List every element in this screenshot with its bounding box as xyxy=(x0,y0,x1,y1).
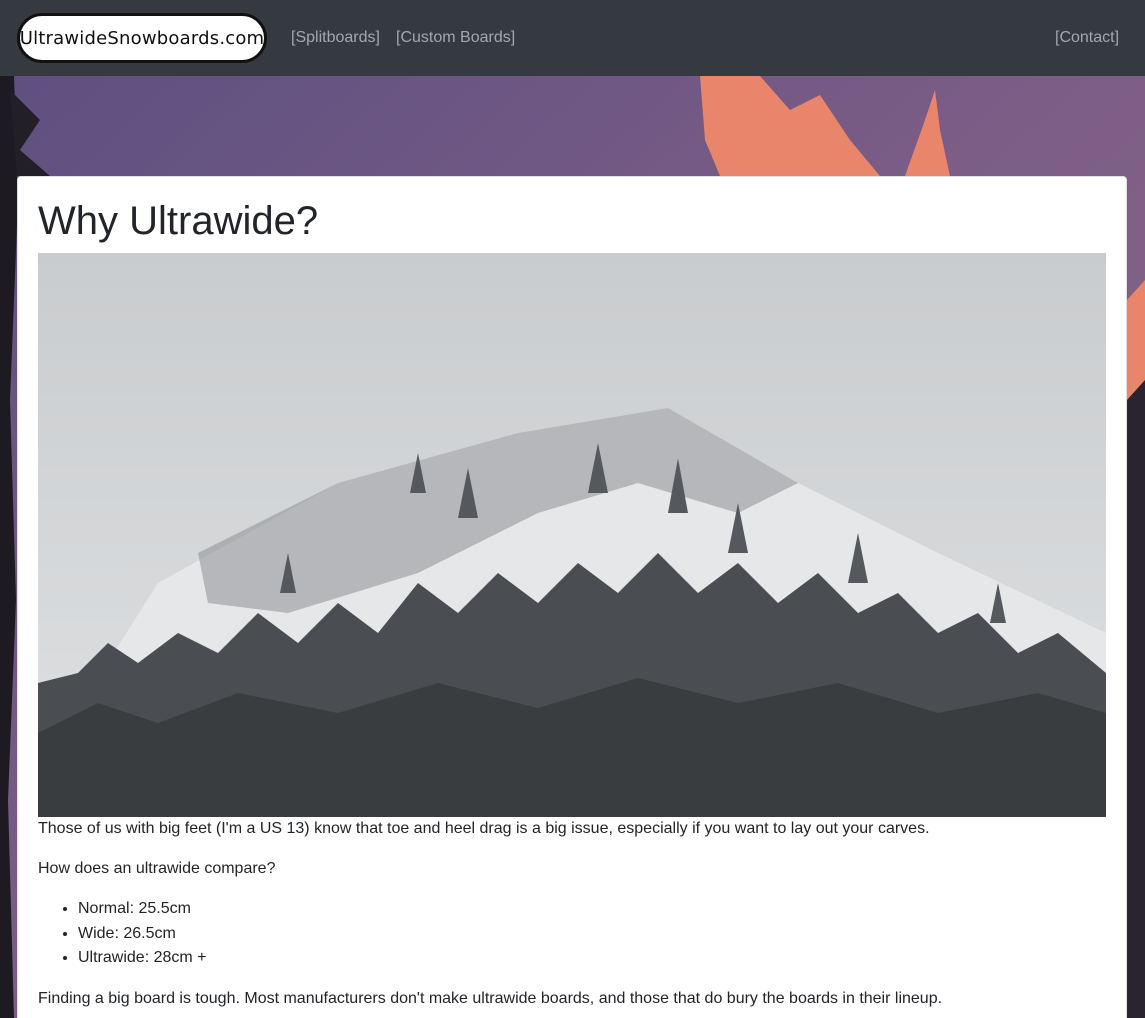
spec-item-normal: Normal: 25.5cm xyxy=(78,897,1106,922)
page-title: Why Ultrawide? xyxy=(38,199,319,243)
spec-item-wide: Wide: 26.5cm xyxy=(78,922,1106,947)
top-navbar: UltrawideSnowboards.com [Splitboards] [C… xyxy=(0,0,1145,76)
nav-splitboards-link[interactable]: [Splitboards] xyxy=(291,28,380,48)
spec-item-ultrawide: Ultrawide: 28cm + xyxy=(78,946,1106,971)
article-card: Why Ultrawide? Those of us with big feet… xyxy=(17,176,1127,1018)
nav-contact-link[interactable]: [Contact] xyxy=(1055,28,1119,48)
brand-logo-link[interactable]: UltrawideSnowboards.com xyxy=(17,13,267,63)
mountain-hero-image xyxy=(38,253,1106,817)
width-spec-list: Normal: 25.5cm Wide: 26.5cm Ultrawide: 2… xyxy=(78,897,1106,971)
nav-custom-boards-link[interactable]: [Custom Boards] xyxy=(396,28,515,48)
closing-paragraph: Finding a big board is tough. Most manuf… xyxy=(38,989,943,1007)
compare-question: How does an ultrawide compare? xyxy=(38,860,276,877)
intro-paragraph: Those of us with big feet (I'm a US 13) … xyxy=(38,820,930,837)
brand-logo-text: UltrawideSnowboards.com xyxy=(19,27,265,49)
